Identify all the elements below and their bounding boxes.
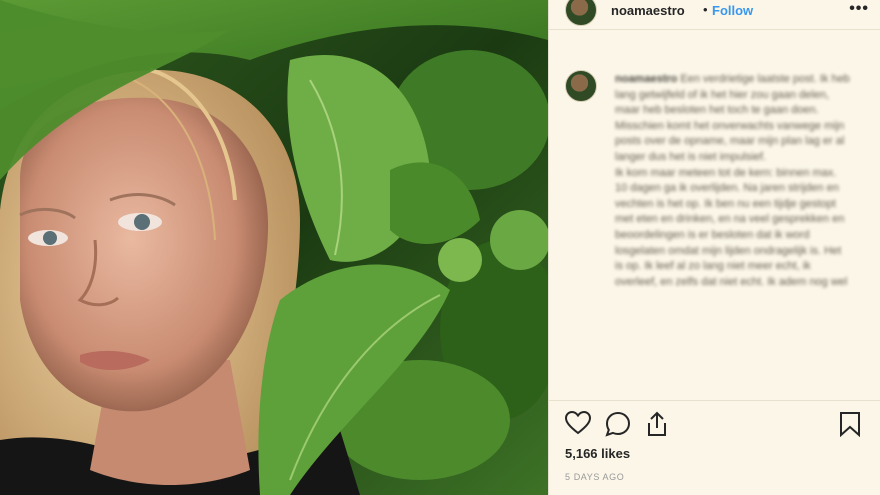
portrait-image <box>0 0 548 495</box>
likes-count[interactable]: 5,166 likes <box>565 446 630 461</box>
caption-paragraph-3: Ik kom maar meteen tot de kern: binnen m… <box>615 166 848 288</box>
follow-button[interactable]: Follow <box>712 3 753 18</box>
post-photo[interactable] <box>0 0 548 495</box>
post-timestamp[interactable]: 5 DAYS AGO <box>565 472 624 482</box>
bookmark-icon[interactable] <box>839 411 861 442</box>
post-sidebar: noamaestro • Follow ••• noamaestro Een v… <box>548 0 880 495</box>
heart-icon[interactable] <box>564 410 592 440</box>
caption-text: noamaestro Een verdrietige laatste post.… <box>615 72 851 290</box>
comment-icon[interactable] <box>605 411 631 442</box>
caption-avatar[interactable] <box>565 70 597 102</box>
caption-paragraph-2: Misschien komt het onverwachts vanwege m… <box>615 119 845 163</box>
share-icon[interactable] <box>645 411 669 442</box>
post-header: noamaestro • Follow ••• <box>549 0 880 30</box>
username-link[interactable]: noamaestro <box>611 3 685 18</box>
avatar[interactable] <box>565 0 597 26</box>
instagram-post: noamaestro • Follow ••• noamaestro Een v… <box>0 0 880 495</box>
action-bar <box>549 400 880 440</box>
caption-username[interactable]: noamaestro <box>615 73 677 85</box>
more-options-icon[interactable]: ••• <box>849 0 869 18</box>
separator-dot: • <box>703 2 708 17</box>
